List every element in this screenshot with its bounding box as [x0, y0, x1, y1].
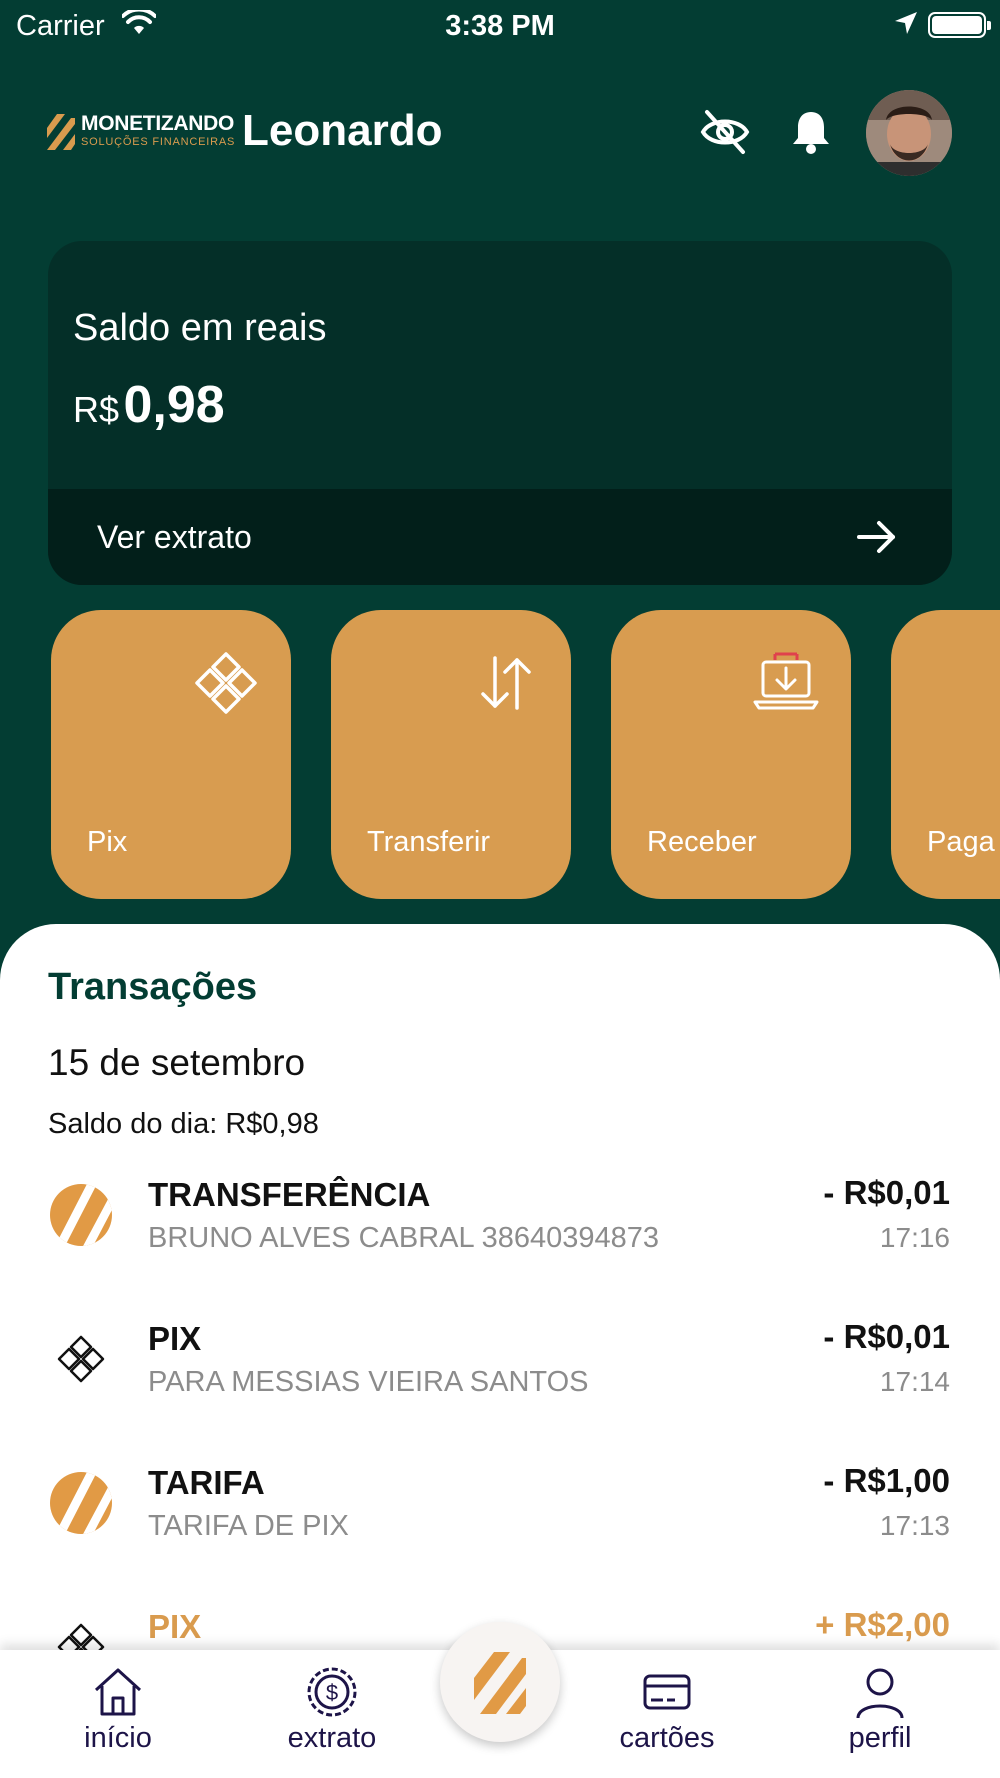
balance-title: Saldo em reais	[73, 307, 327, 349]
transactions-date: 15 de setembro	[48, 1042, 306, 1083]
transaction-amount: - R$1,00	[823, 1462, 950, 1499]
dollar-coin-icon: $	[307, 1667, 357, 1717]
greeting-user-name: Leonardo	[242, 106, 443, 155]
battery-icon	[928, 12, 991, 38]
svg-text:$: $	[326, 1680, 338, 1705]
monetizando-logo-icon	[474, 1652, 526, 1714]
brand-name: MONETIZANDO	[81, 112, 235, 135]
balance-value: 0,98	[123, 376, 225, 434]
transaction-time: 17:14	[879, 1366, 950, 1397]
transaction-time: 17:16	[879, 1222, 950, 1253]
action-transfer-label: Transferir	[367, 826, 490, 858]
transaction-amount: + R$2,00	[815, 1606, 950, 1643]
balance-currency: R$	[73, 389, 120, 430]
transaction-title: TRANSFERÊNCIA	[148, 1176, 431, 1213]
pix-icon	[57, 1335, 105, 1383]
status-bar: Carrier 3:38 PM	[0, 0, 1000, 50]
nav-item-inicio[interactable]: início	[38, 1664, 198, 1774]
day-balance: Saldo do dia: R$0,98	[48, 1108, 319, 1140]
transaction-row[interactable]: TRANSFERÊNCIA BRUNO ALVES CABRAL 3864039…	[0, 1170, 1000, 1290]
transaction-title: PIX	[148, 1608, 202, 1645]
transfer-arrows-icon	[481, 656, 531, 710]
transaction-description: BRUNO ALVES CABRAL 38640394873	[148, 1222, 660, 1254]
nav-label-inicio: início	[84, 1722, 152, 1754]
monetizando-logo-icon	[50, 1472, 112, 1534]
action-receive-label: Receber	[647, 826, 757, 858]
nav-item-extrato[interactable]: $ extrato	[252, 1664, 412, 1774]
receive-download-icon	[753, 652, 819, 710]
monetizando-logo-icon	[47, 114, 75, 150]
transaction-time: 17:13	[879, 1510, 950, 1541]
brand-logo: MONETIZANDO SOLUÇÕES FINANCEIRAS	[47, 112, 234, 152]
clock: 3:38 PM	[445, 10, 555, 42]
notification-bell-icon[interactable]	[785, 106, 837, 158]
profile-avatar[interactable]	[866, 90, 952, 176]
monetizando-logo-icon	[50, 1184, 112, 1246]
transaction-amount: - R$0,01	[823, 1318, 950, 1355]
card-icon	[643, 1674, 691, 1710]
transaction-description: PARA MESSIAS VIEIRA SANTOS	[148, 1366, 589, 1398]
action-receive[interactable]: Receber	[611, 610, 851, 899]
view-statement-label: Ver extrato	[97, 519, 252, 555]
action-pay[interactable]: Paga	[891, 610, 1000, 899]
nav-item-perfil[interactable]: perfil	[800, 1664, 960, 1774]
balance-card: Saldo em reais R$ 0,98 Ver extrato	[48, 241, 952, 585]
nav-item-cartoes[interactable]: cartões	[587, 1664, 747, 1774]
home-logo-button[interactable]	[440, 1622, 560, 1742]
view-statement-link[interactable]: Ver extrato	[48, 489, 952, 585]
nav-label-cartoes: cartões	[619, 1722, 715, 1754]
pix-icon	[195, 652, 257, 714]
home-icon	[94, 1668, 142, 1716]
action-pix-label: Pix	[87, 826, 128, 858]
user-icon	[856, 1668, 904, 1719]
nav-label-extrato: extrato	[287, 1722, 377, 1754]
avatar-photo	[866, 90, 952, 176]
arrow-right-icon	[857, 521, 895, 553]
action-pay-label: Paga	[927, 826, 995, 858]
transaction-row[interactable]: PIX PARA MESSIAS VIEIRA SANTOS - R$0,01 …	[0, 1314, 1000, 1434]
transaction-amount: - R$0,01	[823, 1174, 950, 1211]
hide-balance-eye-icon[interactable]	[699, 106, 751, 158]
app-screen: Carrier 3:38 PM MONETIZANDO SOLUÇÕES FIN…	[0, 0, 1000, 1778]
location-arrow-icon	[895, 12, 917, 34]
action-transfer[interactable]: Transferir	[331, 610, 571, 899]
transaction-description: TARIFA DE PIX	[148, 1510, 349, 1542]
transaction-row[interactable]: TARIFA TARIFA DE PIX - R$1,00 17:13	[0, 1458, 1000, 1578]
balance-amount: R$ 0,98	[73, 375, 225, 435]
brand-tagline: SOLUÇÕES FINANCEIRAS	[81, 136, 236, 148]
transaction-title: PIX	[148, 1320, 202, 1357]
transactions-title: Transações	[48, 966, 258, 1008]
transaction-title: TARIFA	[148, 1464, 265, 1501]
nav-label-perfil: perfil	[848, 1722, 912, 1754]
action-pix[interactable]: Pix	[51, 610, 291, 899]
